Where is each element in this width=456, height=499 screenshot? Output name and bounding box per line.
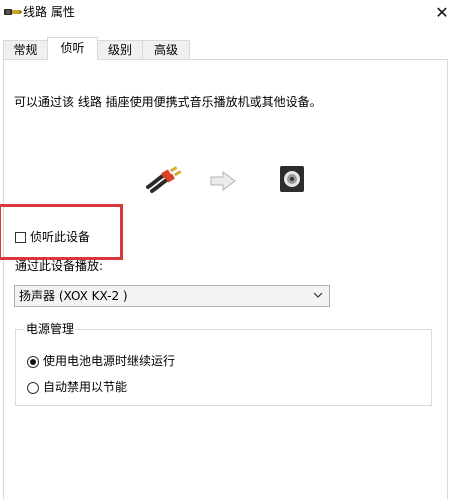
speaker-icon bbox=[280, 166, 304, 192]
title-bar: 线路 属性 ✕ bbox=[0, 0, 456, 26]
power-management-group: 电源管理 使用电池电源时继续运行 自动禁用以节能 bbox=[15, 321, 432, 406]
chevron-down-icon bbox=[313, 292, 323, 298]
tab-strip: 常规 侦听 级别 高级 bbox=[0, 37, 456, 60]
continue-on-battery-label[interactable]: 使用电池电源时继续运行 bbox=[43, 353, 175, 369]
auto-disable-radio[interactable] bbox=[27, 382, 39, 394]
arrow-right-icon bbox=[210, 171, 236, 191]
playback-device-value: 扬声器 (XOX KX-2 ) bbox=[19, 289, 128, 303]
listen-device-checkbox[interactable] bbox=[15, 232, 26, 243]
auto-disable-label[interactable]: 自动禁用以节能 bbox=[43, 379, 127, 395]
window-title: 线路 属性 bbox=[23, 5, 75, 19]
properties-window: 线路 属性 ✕ 常规 侦听 级别 高级 可以通过该 线路 插座使用便携式音乐播放… bbox=[0, 0, 456, 499]
listen-description: 可以通过该 线路 插座使用便携式音乐播放机或其他设备。 bbox=[14, 95, 322, 109]
audio-cable-icon bbox=[146, 166, 182, 193]
close-icon: ✕ bbox=[435, 2, 449, 22]
continue-on-battery-radio[interactable] bbox=[27, 356, 39, 368]
radio-selected-dot bbox=[30, 359, 36, 365]
tab-listen[interactable]: 侦听 bbox=[47, 37, 98, 60]
tab-advanced[interactable]: 高级 bbox=[142, 40, 190, 59]
line-in-jack-icon bbox=[4, 9, 22, 15]
power-management-title: 电源管理 bbox=[24, 321, 77, 337]
close-button[interactable]: ✕ bbox=[428, 0, 456, 24]
playback-device-label: 通过此设备播放: bbox=[15, 259, 104, 273]
listen-device-label[interactable]: 侦听此设备 bbox=[30, 229, 90, 245]
tab-levels[interactable]: 级别 bbox=[97, 40, 143, 59]
playback-device-select[interactable]: 扬声器 (XOX KX-2 ) bbox=[14, 285, 330, 307]
tab-general[interactable]: 常规 bbox=[3, 40, 48, 59]
listen-tab-panel bbox=[3, 59, 448, 499]
